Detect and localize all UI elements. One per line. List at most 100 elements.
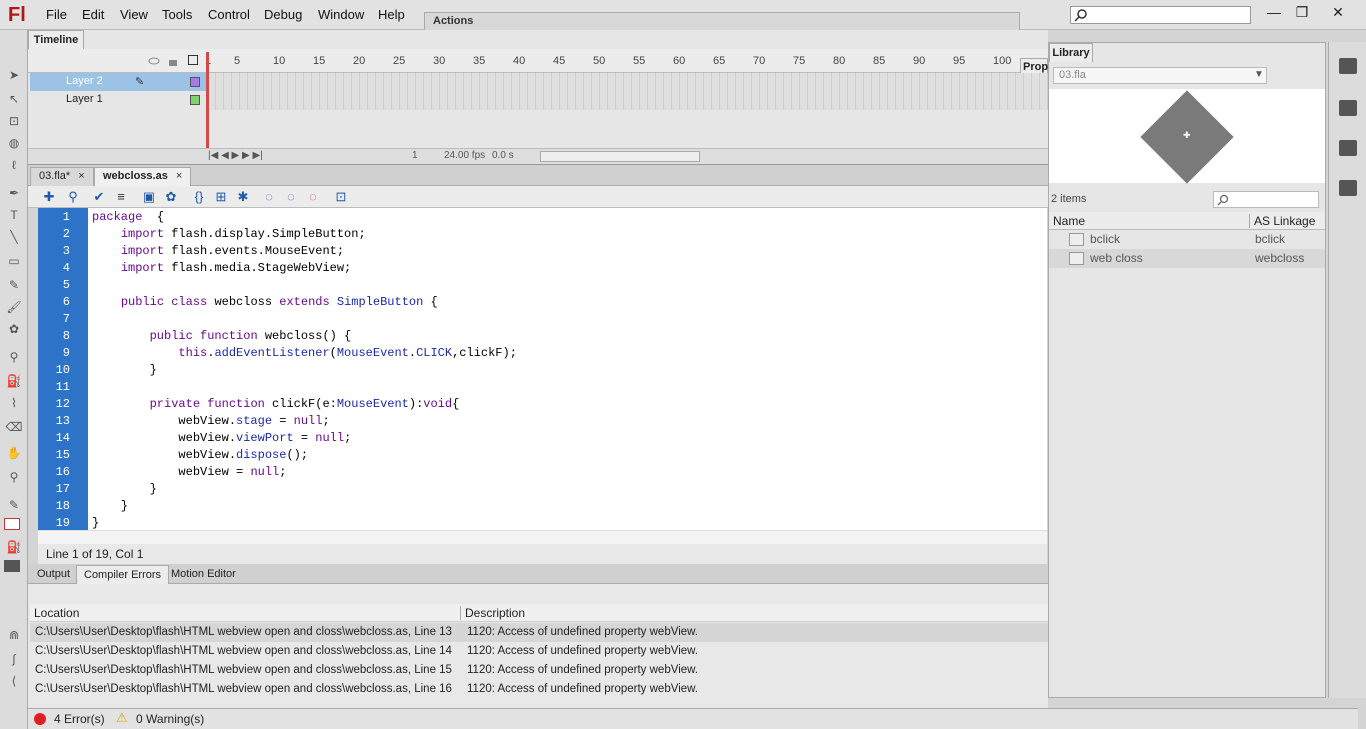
fill-color-swatch[interactable] [4,560,20,572]
line-comment-icon[interactable]: ◌ [282,188,300,206]
column-description[interactable]: Description [460,606,525,620]
free-transform-tool-icon[interactable]: ⊡ [4,112,24,130]
code-line[interactable]: webView.dispose(); [92,448,308,462]
code-line[interactable]: package { [92,210,164,224]
frame-rate[interactable]: 24.00 fps [444,150,485,161]
layer-row[interactable]: Layer 2 ✎ [30,73,206,91]
code-hint-icon[interactable]: ▣ [140,188,158,206]
eraser-tool-icon[interactable]: ⌫ [4,418,24,436]
playhead[interactable] [206,52,209,154]
code-line[interactable]: } [92,363,157,377]
menu-window[interactable]: Window [318,7,364,22]
tab-webcloss-as[interactable]: webcloss.as × [94,167,192,186]
auto-format-icon[interactable]: ≡ [112,188,130,206]
collapse-selection-icon[interactable]: ⊞ [212,188,230,206]
eye-icon[interactable] [148,56,160,66]
menu-file[interactable]: File [46,7,67,22]
paint-bucket-tool-icon[interactable]: ⛽ [4,372,24,390]
code-line[interactable]: import flash.media.StageWebView; [92,261,351,275]
straighten-icon[interactable]: ⟨ [4,672,24,690]
code-line[interactable]: public class webcloss extends SimpleButt… [92,295,438,309]
code-line[interactable]: this.addEventListener(MouseEvent.CLICK,c… [92,346,516,360]
3d-rotation-tool-icon[interactable]: ◍ [4,134,24,152]
editor-hscrollbar[interactable] [38,530,1047,544]
column-name[interactable]: Name [1053,214,1085,228]
table-row[interactable]: C:\Users\User\Desktop\flash\HTML webview… [30,661,1048,680]
close-icon[interactable]: × [78,170,84,182]
menu-control[interactable]: Control [208,7,250,22]
code-line[interactable]: } [92,482,157,496]
text-tool-icon[interactable]: T [4,206,24,224]
library-search-input[interactable] [1213,191,1319,208]
expand-all-icon[interactable]: ✱ [234,188,252,206]
menu-debug[interactable]: Debug [264,7,302,22]
code-line[interactable]: webView = null; [92,465,286,479]
table-row[interactable]: C:\Users\User\Desktop\flash\HTML webview… [30,642,1048,661]
close-button[interactable]: ✕ [1326,2,1350,22]
column-as-linkage[interactable]: AS Linkage [1249,214,1315,228]
stroke-color-swatch[interactable] [4,518,20,530]
tab-03-fla[interactable]: 03.fla* × [30,167,94,186]
tab-timeline[interactable]: Timeline [28,30,84,49]
brush-tool-icon[interactable]: 🖌 [4,298,24,316]
lasso-tool-icon[interactable]: ℓ [4,156,24,174]
timeline-ruler[interactable]: 1 5 10 15 20 25 30 35 40 45 50 55 60 65 … [28,49,1048,73]
code-line[interactable]: public function webcloss() { [92,329,352,343]
toolbox-toggle-icon[interactable]: ⊡ [332,188,350,206]
tab-library[interactable]: Library [1049,43,1093,62]
bone-tool-icon[interactable]: ⚲ [4,348,24,366]
help-search-input[interactable] [1070,6,1251,24]
smooth-icon[interactable]: ∫ [4,650,24,668]
find-icon[interactable]: ⚲ [64,188,82,206]
layer-row[interactable]: Layer 1 [30,91,206,109]
fill-color-icon[interactable]: ⛽ [4,538,24,556]
collapse-braces-icon[interactable]: {} [190,188,208,206]
zoom-tool-icon[interactable]: ⚲ [4,468,24,486]
add-statement-icon[interactable]: ✚ [40,188,58,206]
outline-icon[interactable] [188,55,198,65]
playback-controls-icon[interactable]: |◀ ◀ ▶ ▶ ▶| [208,150,263,161]
frame-grid[interactable] [208,73,1048,110]
tab-compiler-errors[interactable]: Compiler Errors [76,565,170,584]
line-tool-icon[interactable]: ╲ [4,228,24,246]
layer-color-swatch[interactable] [190,95,200,105]
library-document-select[interactable]: 03.fla [1053,67,1267,84]
hand-tool-icon[interactable]: ✋ [4,444,24,462]
menu-edit[interactable]: Edit [82,7,104,22]
eyedropper-tool-icon[interactable]: ⌇ [4,394,24,412]
close-icon[interactable]: × [176,170,182,182]
rectangle-tool-icon[interactable]: ▭ [4,252,24,270]
tab-motion-editor[interactable]: Motion Editor [164,565,243,584]
timeline-scrollbar[interactable] [540,151,700,162]
actions-panel-titlebar[interactable]: Actions [424,12,1020,31]
check-syntax-icon[interactable]: ✔ [90,188,108,206]
tab-output[interactable]: Output [30,565,77,584]
lock-icon[interactable] [168,56,178,66]
column-location[interactable]: Location [34,606,79,620]
restore-button[interactable]: ❐ [1290,2,1314,22]
code-line[interactable]: private function clickF(e:MouseEvent):vo… [92,397,460,411]
library-panel-icon[interactable] [1339,58,1357,74]
stroke-color-icon[interactable]: ✎ [4,496,24,514]
selection-tool-icon[interactable]: ➤ [4,66,24,84]
menu-help[interactable]: Help [378,7,405,22]
subselection-tool-icon[interactable]: ↖ [4,90,24,108]
layer-color-swatch[interactable] [190,77,200,87]
table-row[interactable]: C:\Users\User\Desktop\flash\HTML webview… [30,680,1048,699]
pencil-tool-icon[interactable]: ✎ [4,276,24,294]
code-line[interactable]: } [92,499,128,513]
menu-view[interactable]: View [120,7,148,22]
snap-icon[interactable]: ⋒ [4,626,24,644]
block-comment-icon[interactable]: ◌ [260,188,278,206]
code-line[interactable]: webView.viewPort = null; [92,431,351,445]
swatches-panel-icon[interactable] [1339,180,1357,196]
debug-options-icon[interactable]: ✿ [162,188,180,206]
minimize-button[interactable]: — [1262,2,1286,22]
code-line[interactable]: import flash.display.SimpleButton; [92,227,366,241]
pen-tool-icon[interactable]: ✒ [4,184,24,202]
code-line[interactable]: webView.stage = null; [92,414,329,428]
code-line[interactable]: import flash.events.MouseEvent; [92,244,344,258]
properties-panel-icon[interactable] [1339,100,1357,116]
menu-tools[interactable]: Tools [162,7,192,22]
library-item[interactable]: web closs webcloss [1049,249,1325,268]
